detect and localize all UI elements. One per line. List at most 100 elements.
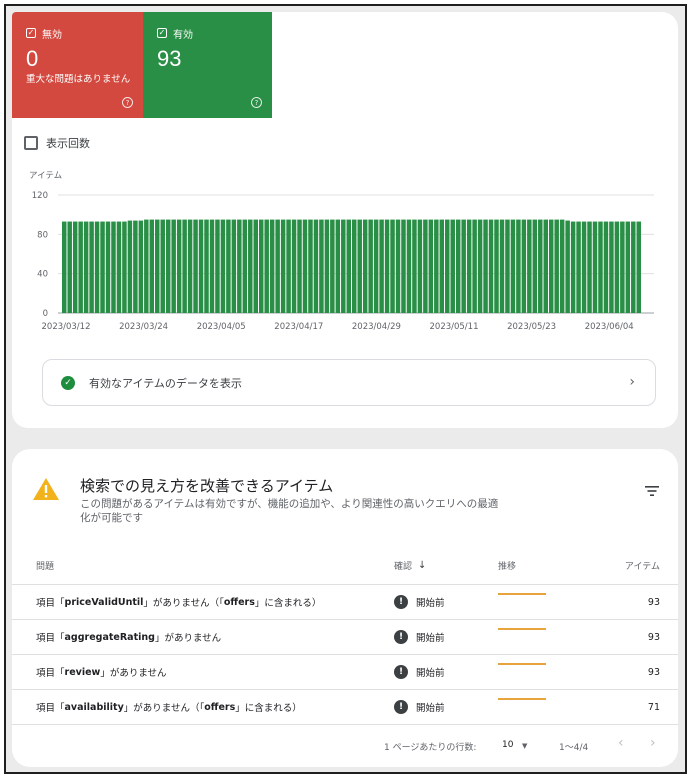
chart-bar[interactable]: [176, 219, 182, 313]
chart-bar[interactable]: [565, 220, 570, 313]
chart-bar[interactable]: [127, 220, 133, 313]
chart-bar[interactable]: [576, 221, 581, 313]
chart-bar[interactable]: [445, 219, 450, 313]
chart-bar[interactable]: [165, 219, 171, 313]
chart-bar[interactable]: [253, 219, 258, 313]
chart-bar[interactable]: [269, 219, 275, 313]
chart-bar[interactable]: [472, 219, 477, 313]
chart-bar[interactable]: [341, 219, 346, 313]
chart-bar[interactable]: [116, 221, 122, 313]
impressions-toggle[interactable]: 表示回数: [24, 135, 90, 151]
chart-bar[interactable]: [434, 219, 439, 313]
chart-bar[interactable]: [209, 219, 215, 313]
chart-bar[interactable]: [335, 219, 341, 313]
chart-bar[interactable]: [527, 219, 532, 313]
chart-bar[interactable]: [373, 219, 379, 313]
dropdown-arrow-icon[interactable]: ▼: [522, 742, 527, 750]
chart-bar[interactable]: [488, 219, 494, 313]
chart-bar[interactable]: [417, 219, 423, 313]
chart-bar[interactable]: [352, 219, 357, 313]
column-status[interactable]: 確認 ↓: [394, 547, 426, 584]
chart-bar[interactable]: [308, 219, 313, 313]
chart-bar[interactable]: [428, 219, 434, 313]
chart-bar[interactable]: [603, 221, 609, 313]
chart-bar[interactable]: [330, 219, 335, 313]
chart-bar[interactable]: [226, 219, 231, 313]
chart-bar[interactable]: [532, 219, 538, 313]
chart-bar[interactable]: [122, 221, 127, 313]
chart-bar[interactable]: [138, 220, 144, 313]
chart-bar[interactable]: [620, 221, 625, 313]
chart-bar[interactable]: [149, 219, 155, 313]
chart-bar[interactable]: [242, 219, 248, 313]
help-icon[interactable]: ?: [251, 97, 262, 108]
chart-bar[interactable]: [362, 219, 368, 313]
chart-bar[interactable]: [313, 219, 319, 313]
view-valid-items-button[interactable]: ✓ 有効なアイテムのデータを表示 ›: [42, 359, 656, 406]
chart-bar[interactable]: [72, 221, 78, 313]
chart-bar[interactable]: [494, 219, 499, 313]
chart-bar[interactable]: [625, 221, 631, 313]
chart-bar[interactable]: [319, 219, 324, 313]
chart-bar[interactable]: [291, 219, 297, 313]
chart-bar[interactable]: [187, 219, 193, 313]
chart-bar[interactable]: [248, 219, 253, 313]
chart-bar[interactable]: [559, 219, 565, 313]
chart-bar[interactable]: [587, 221, 592, 313]
chart-bar[interactable]: [286, 219, 291, 313]
sort-down-icon[interactable]: ↓: [418, 560, 426, 571]
chart-bar[interactable]: [384, 219, 390, 313]
next-page-icon[interactable]: ›: [650, 735, 656, 751]
chart-bar[interactable]: [368, 219, 373, 313]
chart-bar[interactable]: [280, 219, 286, 313]
chart-bar[interactable]: [264, 219, 269, 313]
chart-bar[interactable]: [171, 219, 176, 313]
chart-bar[interactable]: [450, 219, 455, 313]
chart-bar[interactable]: [543, 219, 548, 313]
column-items[interactable]: アイテム: [625, 547, 660, 584]
chart-bar[interactable]: [505, 219, 510, 313]
chart-bar[interactable]: [598, 221, 603, 313]
chart-bar[interactable]: [581, 221, 587, 313]
table-row[interactable]: 項目「 review 」がありません! 開始前 93: [12, 655, 678, 690]
column-issue[interactable]: 問題: [36, 547, 54, 584]
checkbox-checked-icon[interactable]: ✓: [157, 28, 167, 38]
table-row[interactable]: 項目「 availability 」がありません（「 offers 」に含まれる）! 開始…: [12, 690, 678, 725]
chart-bar[interactable]: [89, 221, 94, 313]
chart-bar[interactable]: [297, 219, 302, 313]
chart-bar[interactable]: [220, 219, 226, 313]
chart-bar[interactable]: [461, 219, 466, 313]
chart-bar[interactable]: [439, 219, 445, 313]
chart-bar[interactable]: [554, 219, 559, 313]
chart-bar[interactable]: [198, 219, 204, 313]
chart-bar[interactable]: [258, 219, 264, 313]
chart-bar[interactable]: [379, 219, 384, 313]
chart-bar[interactable]: [105, 221, 111, 313]
chart-bar[interactable]: [275, 219, 280, 313]
chart-bar[interactable]: [302, 219, 308, 313]
chart-bar[interactable]: [111, 221, 116, 313]
chart-bar[interactable]: [100, 221, 105, 313]
chart-bar[interactable]: [346, 219, 352, 313]
chart-bar[interactable]: [631, 221, 636, 313]
chart-bar[interactable]: [78, 221, 83, 313]
prev-page-icon[interactable]: ‹: [618, 735, 624, 751]
chart-bar[interactable]: [182, 219, 187, 313]
rows-per-page-select[interactable]: 10: [502, 740, 513, 750]
chart-bar[interactable]: [636, 221, 642, 313]
invalid-tile[interactable]: ✓ 無効 0 重大な問題はありません ?: [12, 12, 143, 118]
chart-bar[interactable]: [144, 219, 149, 313]
chart-bar[interactable]: [231, 219, 237, 313]
chart-bar[interactable]: [160, 219, 165, 313]
checkbox-checked-icon[interactable]: ✓: [26, 28, 36, 38]
chart-bar[interactable]: [155, 219, 160, 313]
chart-bar[interactable]: [133, 220, 138, 313]
chart-bar[interactable]: [483, 219, 488, 313]
chart-bar[interactable]: [614, 221, 620, 313]
chart-bar[interactable]: [609, 221, 614, 313]
chart-bar[interactable]: [592, 221, 598, 313]
chart-bar[interactable]: [395, 219, 401, 313]
chart-bar[interactable]: [324, 219, 330, 313]
chart-bar[interactable]: [390, 219, 395, 313]
chart-bar[interactable]: [570, 221, 576, 313]
